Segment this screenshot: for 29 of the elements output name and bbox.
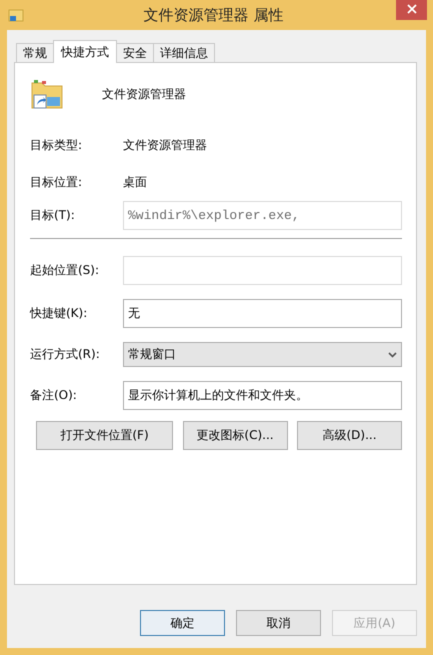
chevron-down-icon	[388, 352, 397, 358]
field-label: 目标位置:	[30, 174, 82, 191]
tab[interactable]: 安全	[116, 43, 154, 62]
dialog-button[interactable]: 确定	[140, 610, 225, 636]
field-label: 目标类型:	[30, 137, 82, 154]
dialog-button[interactable]: 取消	[236, 610, 321, 636]
tab[interactable]: 快捷方式	[53, 40, 117, 63]
dropdown[interactable]: 常规窗口	[123, 342, 402, 367]
field-value: 文件资源管理器	[123, 137, 207, 154]
action-button[interactable]: 更改图标(C)...	[182, 421, 288, 450]
close-icon	[406, 4, 416, 14]
field-label: 起始位置(S):	[30, 262, 100, 279]
window-title: 文件资源管理器 属性	[142, 6, 284, 24]
tab[interactable]: 详细信息	[153, 43, 215, 62]
tab[interactable]: 常规	[16, 43, 54, 62]
dropdown-value: 常规窗口	[128, 346, 176, 363]
close-button[interactable]	[396, 0, 427, 20]
field-label: 备注(O):	[30, 387, 77, 404]
field-label: 快捷键(K):	[30, 305, 88, 322]
field-value: 桌面	[123, 174, 147, 191]
field-label: 运行方式(R):	[30, 346, 100, 363]
action-button[interactable]: 打开文件位置(F)	[36, 421, 173, 450]
shortcut-name: 文件资源管理器	[102, 86, 186, 102]
field-label: 目标(T):	[30, 207, 75, 224]
folder-shortcut-icon	[30, 79, 64, 109]
folder-icon	[8, 7, 24, 23]
action-button[interactable]: 高级(D)...	[297, 421, 402, 450]
input-field[interactable]: 显示你计算机上的文件和文件夹。	[123, 381, 402, 410]
input-field[interactable]: 无	[123, 299, 402, 328]
